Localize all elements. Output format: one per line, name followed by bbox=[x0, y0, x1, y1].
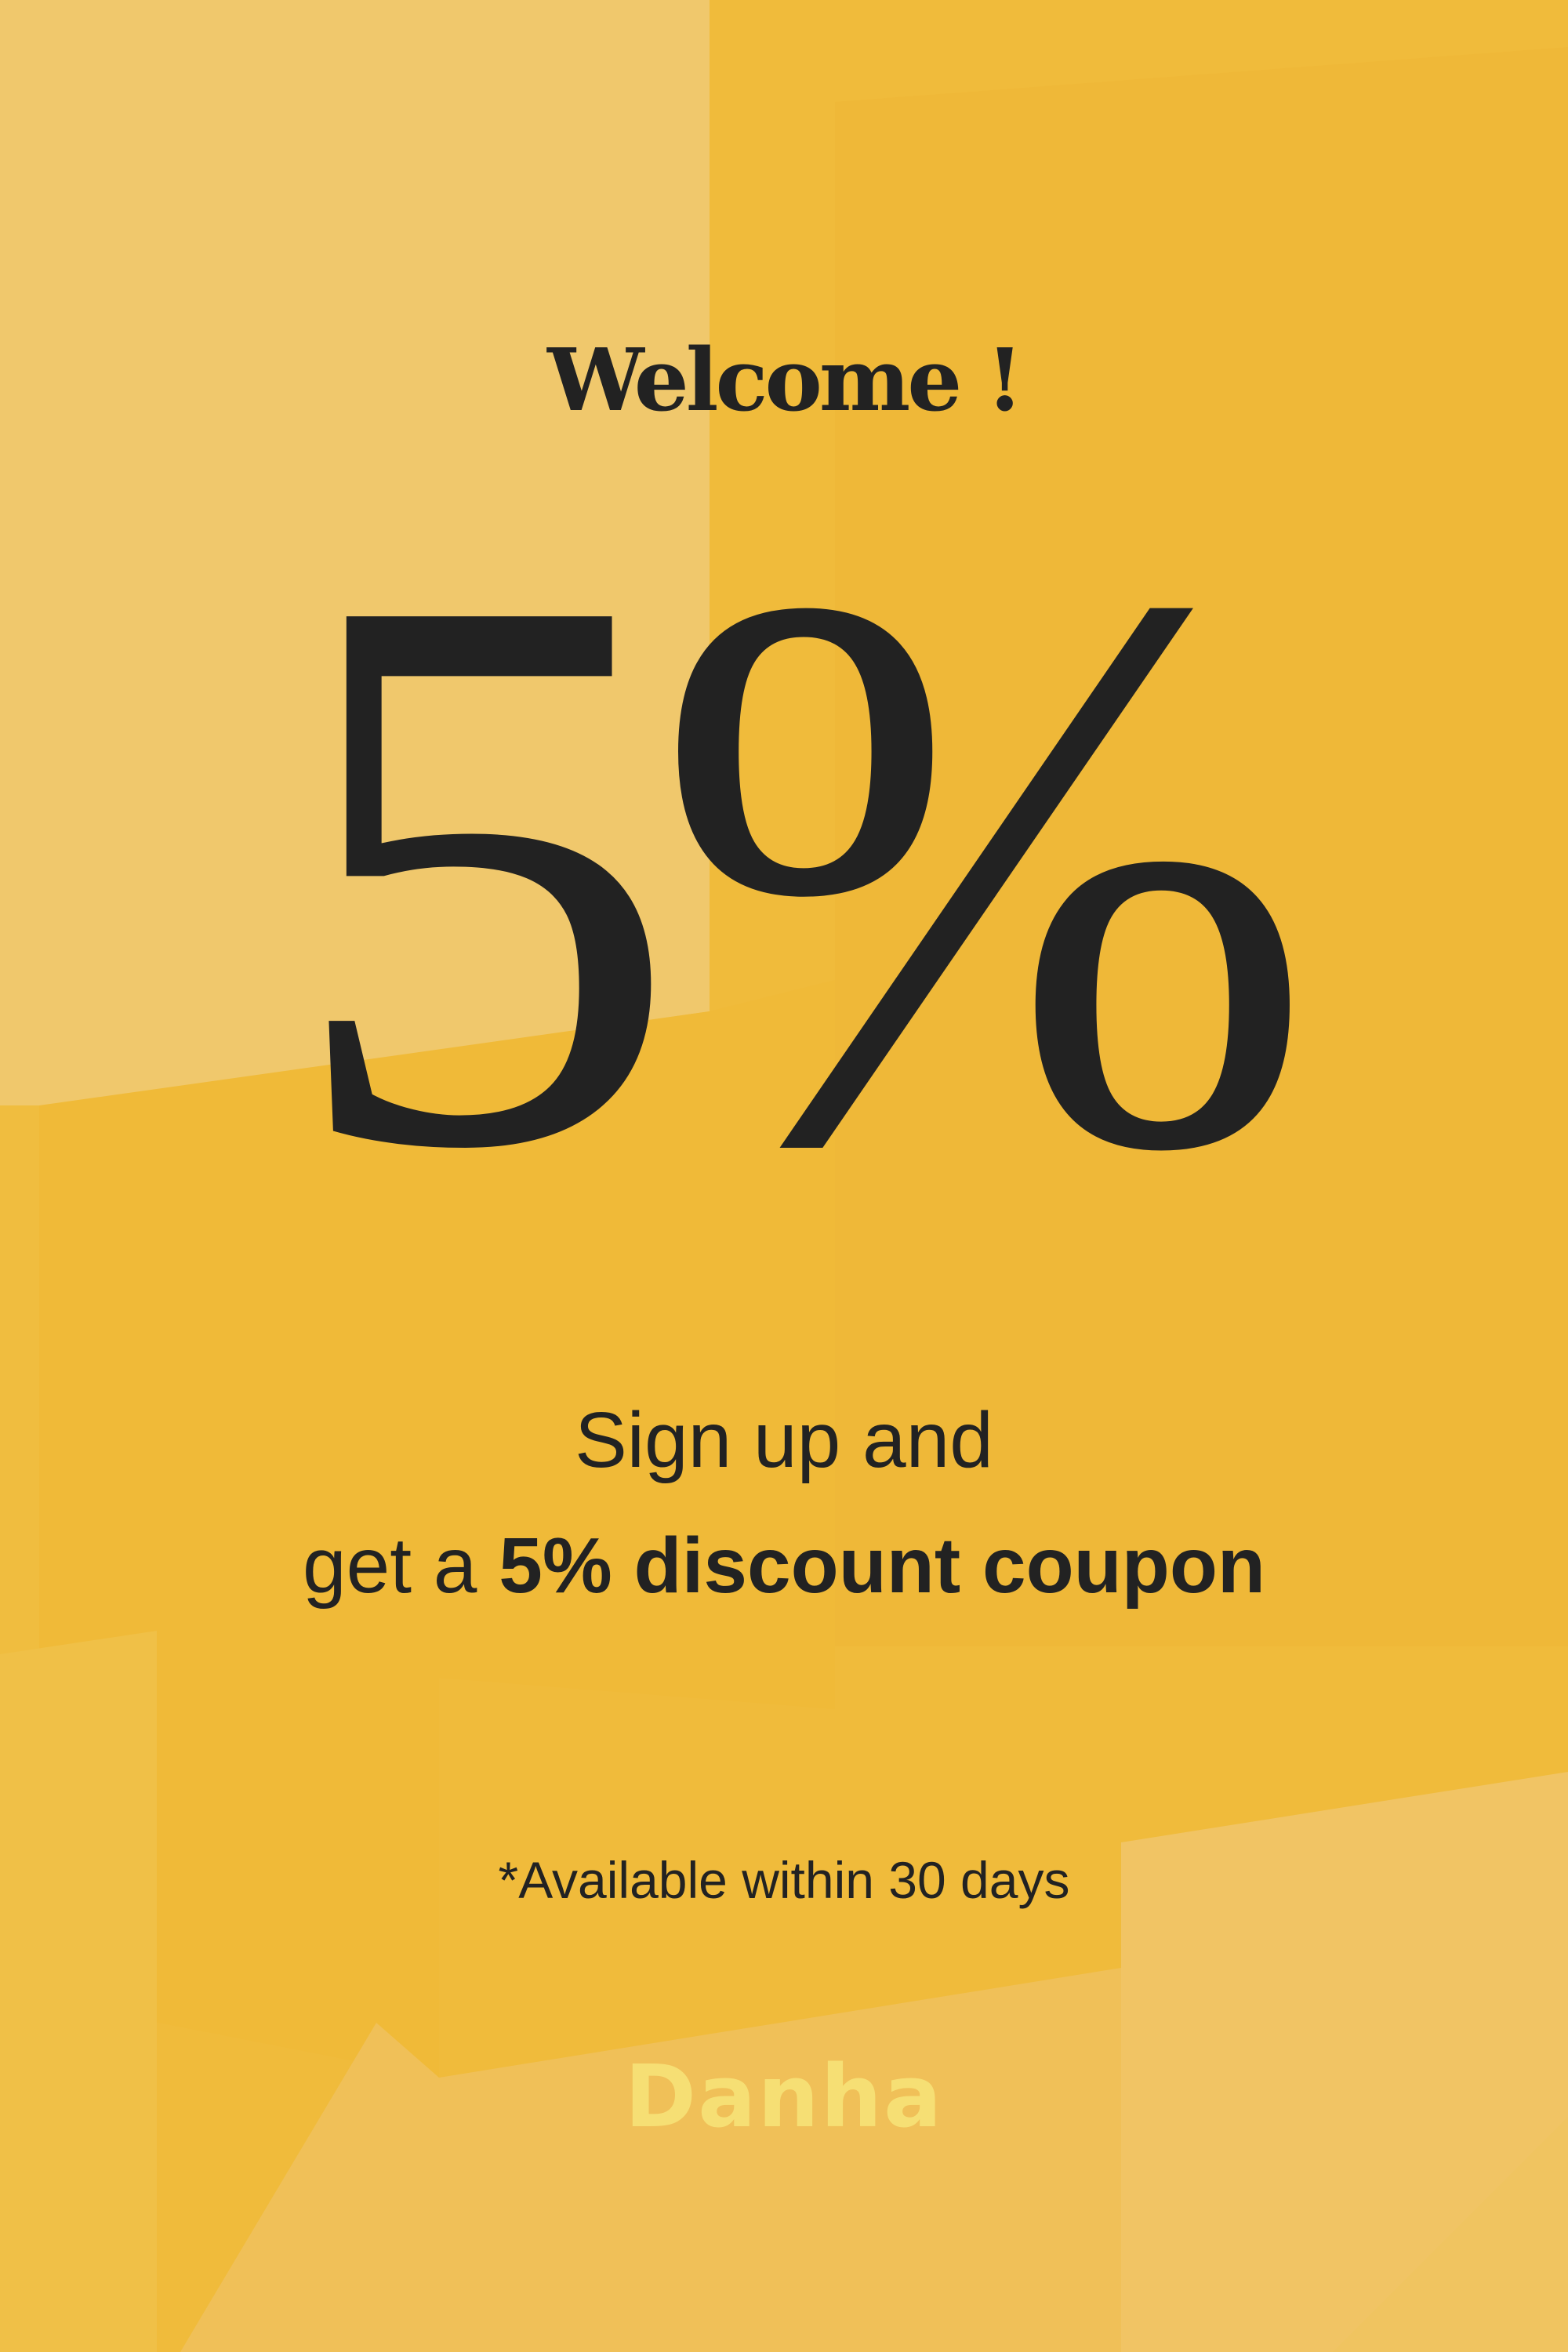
signup-message-line1: Sign up and bbox=[575, 1396, 993, 1484]
availability-note: *Available within 30 days bbox=[498, 1851, 1070, 1909]
discount-coupon-text: 5% discount coupon bbox=[499, 1522, 1265, 1610]
discount-percentage: 5% bbox=[282, 427, 1317, 1313]
promo-card: Welcome ! 5% Sign up and get a 5% discou… bbox=[0, 0, 1568, 2352]
welcome-heading: Welcome ! bbox=[547, 329, 1024, 430]
signup-message-prefix: get a bbox=[303, 1522, 499, 1610]
brand-logo: Danha bbox=[624, 2046, 944, 2147]
signup-message-line2: get a 5% discount coupon bbox=[0, 1521, 1568, 1611]
